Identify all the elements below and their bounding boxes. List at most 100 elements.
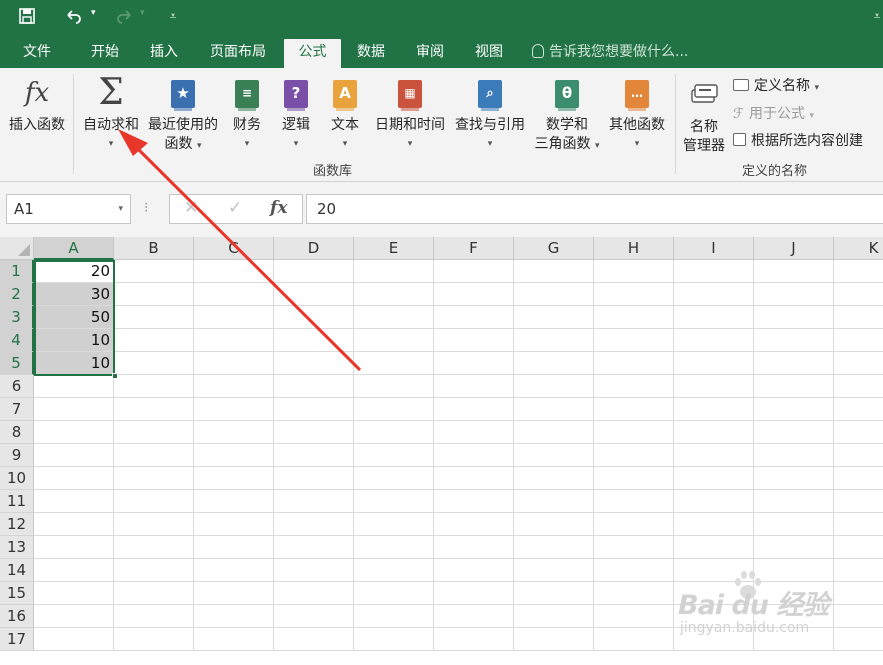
cell-e2[interactable]	[354, 283, 434, 306]
column-header-d[interactable]: D	[274, 237, 354, 260]
cell-h11[interactable]	[594, 490, 674, 513]
cell-e3[interactable]	[354, 306, 434, 329]
cell-k13[interactable]	[834, 536, 883, 559]
cell-h2[interactable]	[594, 283, 674, 306]
cell-e4[interactable]	[354, 329, 434, 352]
cell-j7[interactable]	[754, 398, 834, 421]
cell-a16[interactable]	[34, 605, 114, 628]
cell-c12[interactable]	[194, 513, 274, 536]
cell-f4[interactable]	[434, 329, 514, 352]
undo-icon[interactable]	[63, 5, 85, 27]
cell-h3[interactable]	[594, 306, 674, 329]
cell-f15[interactable]	[434, 582, 514, 605]
cell-e12[interactable]	[354, 513, 434, 536]
cell-k10[interactable]	[834, 467, 883, 490]
column-header-a[interactable]: A	[34, 237, 114, 260]
cell-d9[interactable]	[274, 444, 354, 467]
cell-h1[interactable]	[594, 260, 674, 283]
cell-a2[interactable]: 30	[34, 283, 114, 306]
cell-i2[interactable]	[674, 283, 754, 306]
cell-b8[interactable]	[114, 421, 194, 444]
cell-i10[interactable]	[674, 467, 754, 490]
column-header-e[interactable]: E	[354, 237, 434, 260]
cell-d12[interactable]	[274, 513, 354, 536]
cell-b15[interactable]	[114, 582, 194, 605]
cell-d4[interactable]	[274, 329, 354, 352]
cell-a8[interactable]	[34, 421, 114, 444]
cell-h10[interactable]	[594, 467, 674, 490]
cell-f13[interactable]	[434, 536, 514, 559]
cell-b3[interactable]	[114, 306, 194, 329]
cell-f1[interactable]	[434, 260, 514, 283]
column-header-h[interactable]: H	[594, 237, 674, 260]
cell-b11[interactable]	[114, 490, 194, 513]
cell-d13[interactable]	[274, 536, 354, 559]
cell-d1[interactable]	[274, 260, 354, 283]
cell-f9[interactable]	[434, 444, 514, 467]
tab-review[interactable]: 审阅	[405, 39, 455, 68]
cell-e13[interactable]	[354, 536, 434, 559]
row-header-16[interactable]: 16	[0, 605, 34, 628]
cell-i7[interactable]	[674, 398, 754, 421]
cell-k16[interactable]	[834, 605, 883, 628]
use-in-formula-button[interactable]: ℱ 用于公式 ▾	[733, 104, 814, 126]
cell-k12[interactable]	[834, 513, 883, 536]
cell-a13[interactable]	[34, 536, 114, 559]
tab-data[interactable]: 数据	[346, 39, 396, 68]
cell-a1[interactable]: 20	[34, 260, 114, 283]
column-header-b[interactable]: B	[114, 237, 194, 260]
cell-k15[interactable]	[834, 582, 883, 605]
cell-f12[interactable]	[434, 513, 514, 536]
cell-f3[interactable]	[434, 306, 514, 329]
row-header-5[interactable]: 5	[0, 352, 34, 375]
column-header-k[interactable]: K	[834, 237, 883, 260]
cell-h7[interactable]	[594, 398, 674, 421]
cell-b13[interactable]	[114, 536, 194, 559]
cell-b6[interactable]	[114, 375, 194, 398]
row-header-13[interactable]: 13	[0, 536, 34, 559]
cell-d11[interactable]	[274, 490, 354, 513]
cell-d7[interactable]	[274, 398, 354, 421]
cell-b7[interactable]	[114, 398, 194, 421]
cell-f7[interactable]	[434, 398, 514, 421]
cell-a14[interactable]	[34, 559, 114, 582]
financial-button[interactable]: ≡ 财务 ▾	[228, 78, 266, 158]
cell-c14[interactable]	[194, 559, 274, 582]
row-header-9[interactable]: 9	[0, 444, 34, 467]
cell-b9[interactable]	[114, 444, 194, 467]
row-header-17[interactable]: 17	[0, 628, 34, 651]
insert-function-icon[interactable]: fx	[270, 198, 287, 218]
cell-f5[interactable]	[434, 352, 514, 375]
cell-k4[interactable]	[834, 329, 883, 352]
autosum-button[interactable]: Σ 自动求和 ▾	[78, 75, 144, 156]
row-header-12[interactable]: 12	[0, 513, 34, 536]
cell-b12[interactable]	[114, 513, 194, 536]
cell-d16[interactable]	[274, 605, 354, 628]
row-header-15[interactable]: 15	[0, 582, 34, 605]
cell-k11[interactable]	[834, 490, 883, 513]
cell-b14[interactable]	[114, 559, 194, 582]
cell-f10[interactable]	[434, 467, 514, 490]
cell-k14[interactable]	[834, 559, 883, 582]
create-from-selection-button[interactable]: 根据所选内容创建	[733, 131, 863, 151]
cell-d3[interactable]	[274, 306, 354, 329]
cell-g5[interactable]	[514, 352, 594, 375]
cell-f6[interactable]	[434, 375, 514, 398]
datetime-button[interactable]: ▦ 日期和时间 ▾	[371, 78, 449, 158]
cell-a15[interactable]	[34, 582, 114, 605]
tab-home[interactable]: 开始	[80, 39, 130, 68]
cell-h13[interactable]	[594, 536, 674, 559]
cell-i8[interactable]	[674, 421, 754, 444]
define-name-button[interactable]: 定义名称 ▾	[733, 76, 819, 98]
fill-handle[interactable]	[112, 373, 118, 379]
cell-g16[interactable]	[514, 605, 594, 628]
cell-h15[interactable]	[594, 582, 674, 605]
cell-e1[interactable]	[354, 260, 434, 283]
cell-b10[interactable]	[114, 467, 194, 490]
cell-d8[interactable]	[274, 421, 354, 444]
cell-a9[interactable]	[34, 444, 114, 467]
insert-function-button[interactable]: fx 插入函数	[4, 78, 70, 138]
cell-k6[interactable]	[834, 375, 883, 398]
cancel-icon[interactable]: ✕	[184, 198, 198, 218]
cell-g9[interactable]	[514, 444, 594, 467]
